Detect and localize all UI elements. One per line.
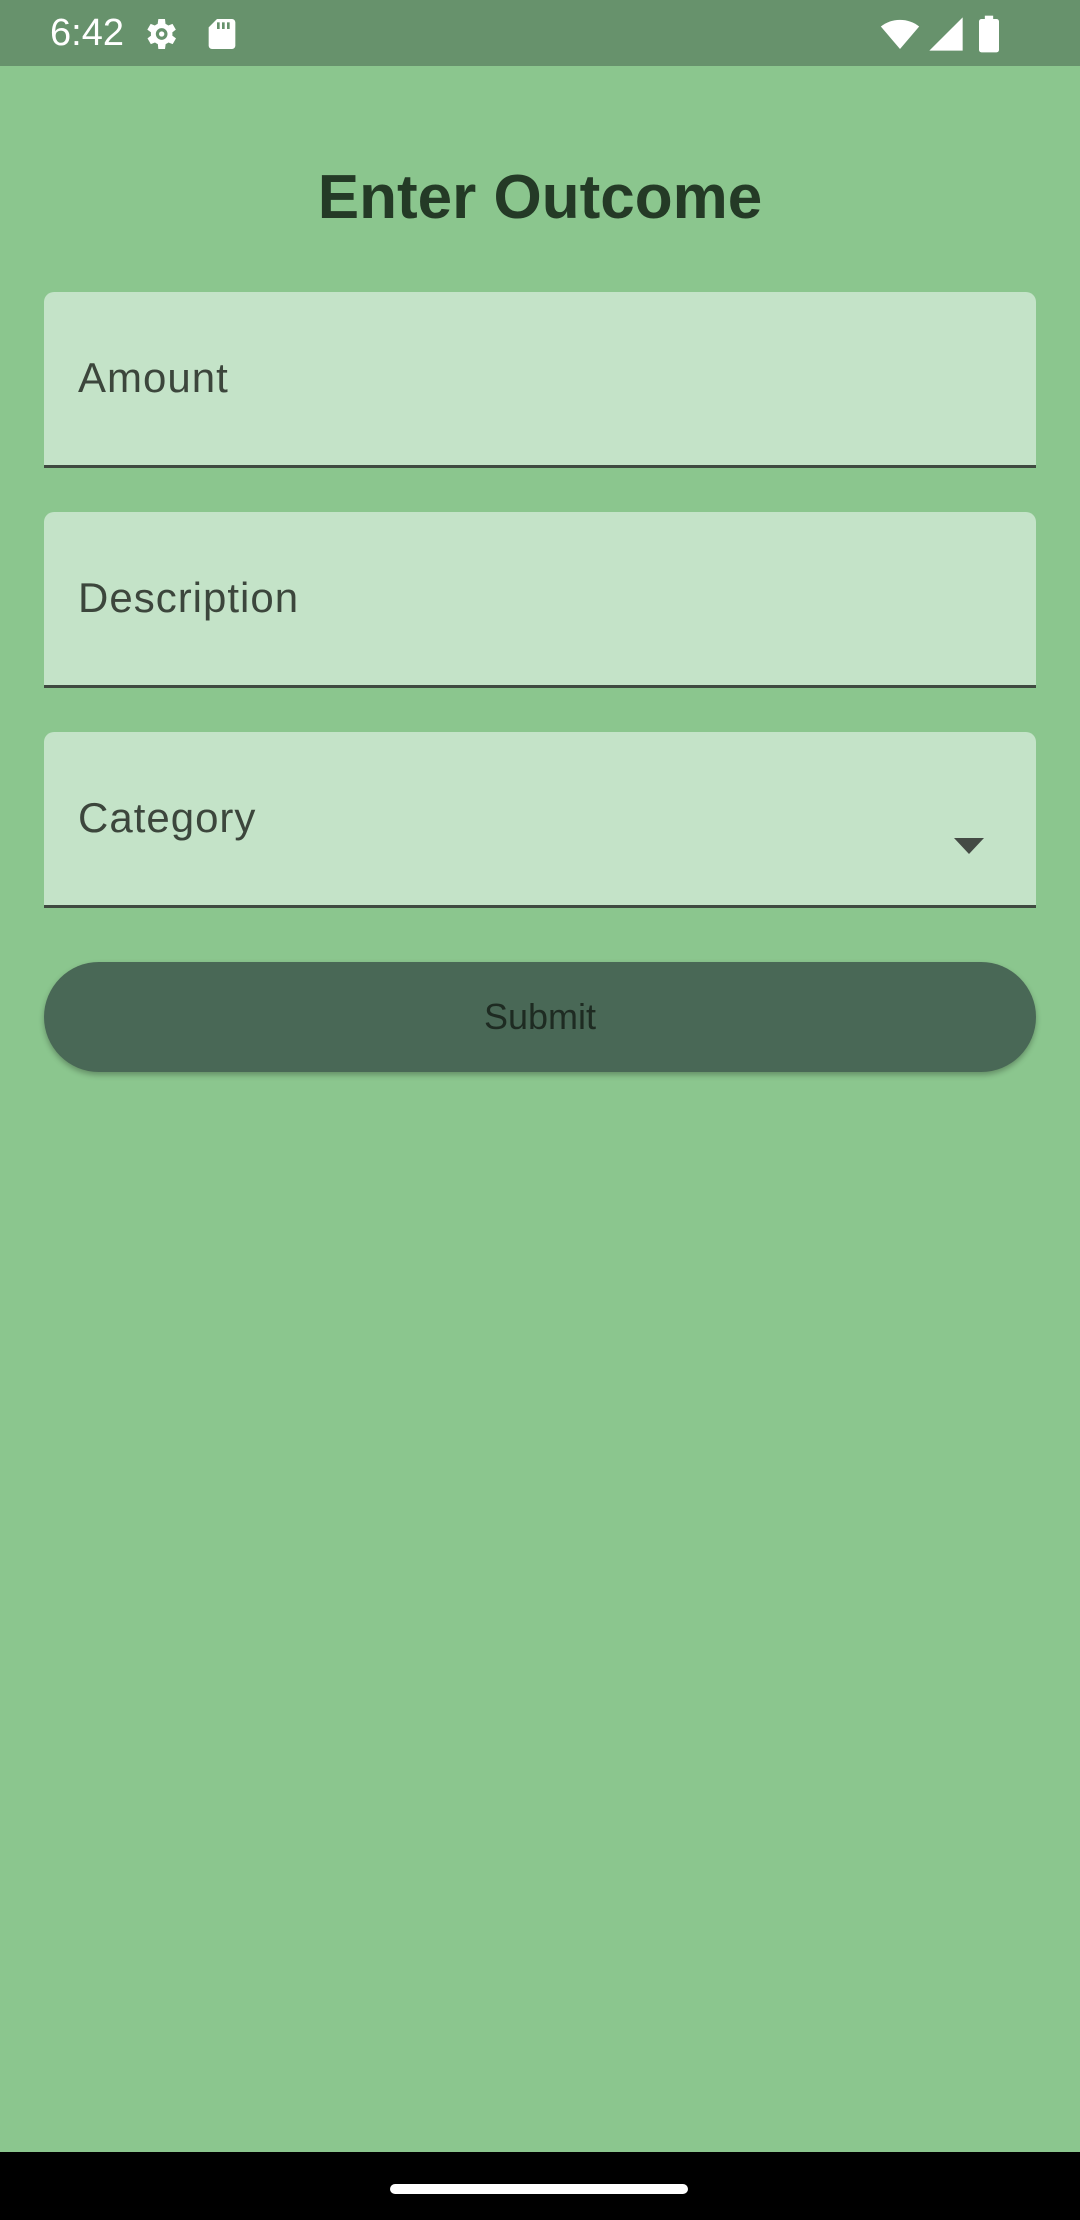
category-dropdown-label: Category	[78, 794, 257, 841]
description-field-label: Description	[78, 574, 300, 621]
wifi-icon	[880, 14, 920, 54]
battery-icon	[974, 14, 1004, 54]
category-dropdown[interactable]: Category	[44, 732, 1036, 908]
amount-field[interactable]: Amount	[44, 292, 1036, 468]
description-field[interactable]: Description	[44, 512, 1036, 688]
status-time: 6:42	[50, 12, 124, 54]
amount-field-label: Amount	[78, 354, 229, 401]
page-title: Enter Outcome	[317, 163, 763, 232]
dropdown-arrow-icon[interactable]	[954, 838, 984, 854]
sd-card-icon	[202, 14, 242, 54]
cellular-signal-icon	[926, 14, 966, 54]
settings-gear-icon	[140, 14, 180, 54]
submit-button[interactable]: Submit	[44, 962, 1036, 1072]
screen: 6:42 Enter Outcome Amount Description Ca…	[0, 0, 1080, 2220]
navigation-bar	[0, 2152, 1080, 2220]
home-indicator[interactable]	[390, 2184, 688, 2194]
status-bar: 6:42	[0, 0, 1080, 66]
